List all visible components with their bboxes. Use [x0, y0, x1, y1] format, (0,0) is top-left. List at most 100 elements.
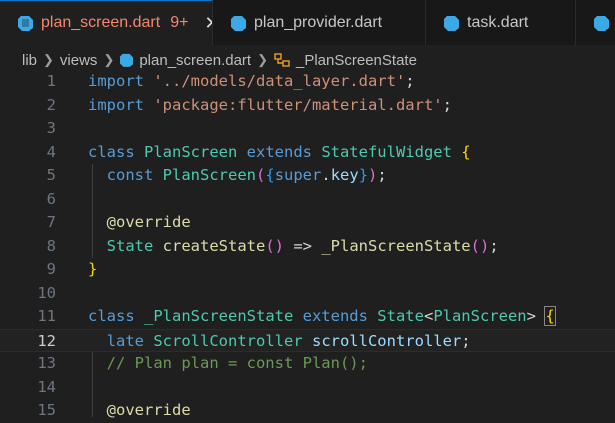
code-token: createState	[162, 236, 266, 255]
chevron-right-icon: ❯	[103, 52, 115, 67]
dart-file-icon	[18, 16, 33, 31]
code-text: // Plan plan = const Plan();	[88, 352, 368, 376]
line-number: 10	[37, 283, 56, 302]
code-token: late	[106, 331, 154, 350]
code-line[interactable]: 6	[0, 188, 615, 212]
line-number: 1	[46, 72, 56, 90]
breadcrumb-symbol[interactable]: _PlanScreenState	[296, 52, 417, 69]
code-line[interactable]: 13 // Plan plan = const Plan();	[0, 352, 615, 376]
code-line[interactable]: 5 const PlanScreen({super.key});	[0, 164, 615, 188]
code-token: ;	[442, 95, 452, 114]
code-token: )	[368, 166, 378, 184]
code-token: .	[321, 166, 331, 184]
code-token: 'package:flutter/material.dart'	[153, 95, 443, 114]
code-token: ;	[461, 331, 471, 350]
code-text: class PlanScreen extends StatefulWidget …	[88, 141, 471, 165]
code-token: import	[88, 95, 154, 114]
code-line[interactable]: 10	[0, 282, 615, 306]
code-text: import 'package:flutter/material.dart';	[88, 94, 452, 118]
code-token: StatefulWidget	[321, 142, 462, 161]
code-token: }	[88, 260, 98, 278]
code-token: _PlanScreenState	[144, 307, 303, 325]
code-token: =>	[284, 236, 322, 255]
breadcrumb-file[interactable]: plan_screen.dart	[139, 52, 251, 69]
line-number: 2	[46, 95, 56, 114]
code-text: @override	[88, 399, 191, 423]
code-line[interactable]: 1 import '../models/data_layer.dart';	[0, 70, 615, 94]
code-line[interactable]: 12 late ScrollController scrollControlle…	[0, 328, 615, 352]
code-token: PlanScreen	[144, 142, 247, 161]
line-number: 7	[46, 213, 56, 231]
tab-plan-screen[interactable]: plan_screen.dart 9+ ✕	[0, 0, 213, 45]
tab-plan-provider[interactable]: plan_provider.dart	[213, 0, 426, 45]
code-token: State	[377, 307, 424, 325]
code-line[interactable]: 2 import 'package:flutter/material.dart';	[0, 94, 615, 118]
chevron-right-icon: ❯	[43, 52, 54, 67]
tab-label: plan_provider.dart	[254, 13, 383, 31]
code-token: >	[526, 307, 546, 325]
line-number: 15	[37, 401, 56, 419]
code-token: ;	[489, 236, 499, 255]
code-text: @override	[88, 211, 191, 235]
code-token: class	[88, 142, 144, 161]
code-token: class	[88, 307, 144, 325]
code-line[interactable]: 4 class PlanScreen extends StatefulWidget…	[0, 141, 615, 165]
code-editor[interactable]: 1 import '../models/data_layer.dart'; 2 imp…	[0, 70, 615, 419]
line-number: 3	[46, 119, 56, 137]
code-token: extends	[302, 307, 378, 325]
dart-file-icon	[231, 15, 246, 31]
code-token: PlanScreen	[162, 166, 256, 184]
code-line[interactable]: 3	[0, 117, 615, 141]
code-token: {	[265, 166, 275, 184]
class-symbol-icon	[274, 53, 290, 67]
code-token: {	[544, 306, 556, 326]
code-token: ;	[405, 72, 415, 90]
line-number: 9	[46, 260, 56, 278]
code-token: ()	[470, 236, 490, 255]
code-token: import	[88, 72, 154, 90]
code-token: ()	[265, 236, 284, 255]
chevron-right-icon: ❯	[257, 52, 268, 67]
code-token: ScrollController	[153, 331, 312, 350]
code-line[interactable]: 9}	[0, 258, 615, 282]
code-line[interactable]: 14	[0, 376, 615, 400]
code-line[interactable]: 7 @override	[0, 211, 615, 235]
tab-overflow[interactable]	[576, 0, 615, 45]
code-token: _PlanScreenState	[321, 236, 471, 255]
code-token: super	[274, 166, 322, 184]
code-token: key	[330, 166, 359, 184]
line-number: 14	[37, 377, 56, 396]
code-text: const PlanScreen({super.key});	[88, 164, 387, 188]
code-token: ;	[377, 166, 387, 184]
code-token: }	[358, 166, 369, 184]
code-token: (	[256, 166, 266, 184]
code-text: State createState() => _PlanScreenState(…	[88, 235, 499, 259]
tab-task[interactable]: task.dart	[426, 0, 576, 45]
breadcrumb-lib[interactable]: lib	[22, 52, 37, 69]
tab-label: task.dart	[467, 13, 529, 31]
breadcrumb-views[interactable]: views	[60, 52, 98, 69]
code-token: const	[106, 166, 163, 184]
close-icon[interactable]: ✕	[204, 13, 212, 34]
line-number: 8	[46, 236, 56, 255]
code-line[interactable]: 8 State createState() => _PlanScreenStat…	[0, 235, 615, 259]
line-number: 12	[37, 331, 56, 350]
code-token: {	[461, 142, 471, 161]
code-token: State	[106, 236, 163, 255]
dart-file-icon	[444, 15, 459, 31]
problems-badge: 9+	[170, 14, 189, 31]
tab-bar: plan_screen.dart 9+ ✕ plan_provider.dart…	[0, 0, 615, 45]
line-number: 6	[46, 189, 56, 208]
code-line[interactable]: 11 class _PlanScreenState extends State<P…	[0, 305, 615, 329]
code-token: extends	[246, 142, 322, 161]
code-line[interactable]: 15 @override	[0, 399, 615, 423]
line-number: 5	[46, 166, 56, 184]
line-number: 13	[37, 354, 56, 372]
tab-label: plan_screen.dart	[41, 14, 161, 31]
